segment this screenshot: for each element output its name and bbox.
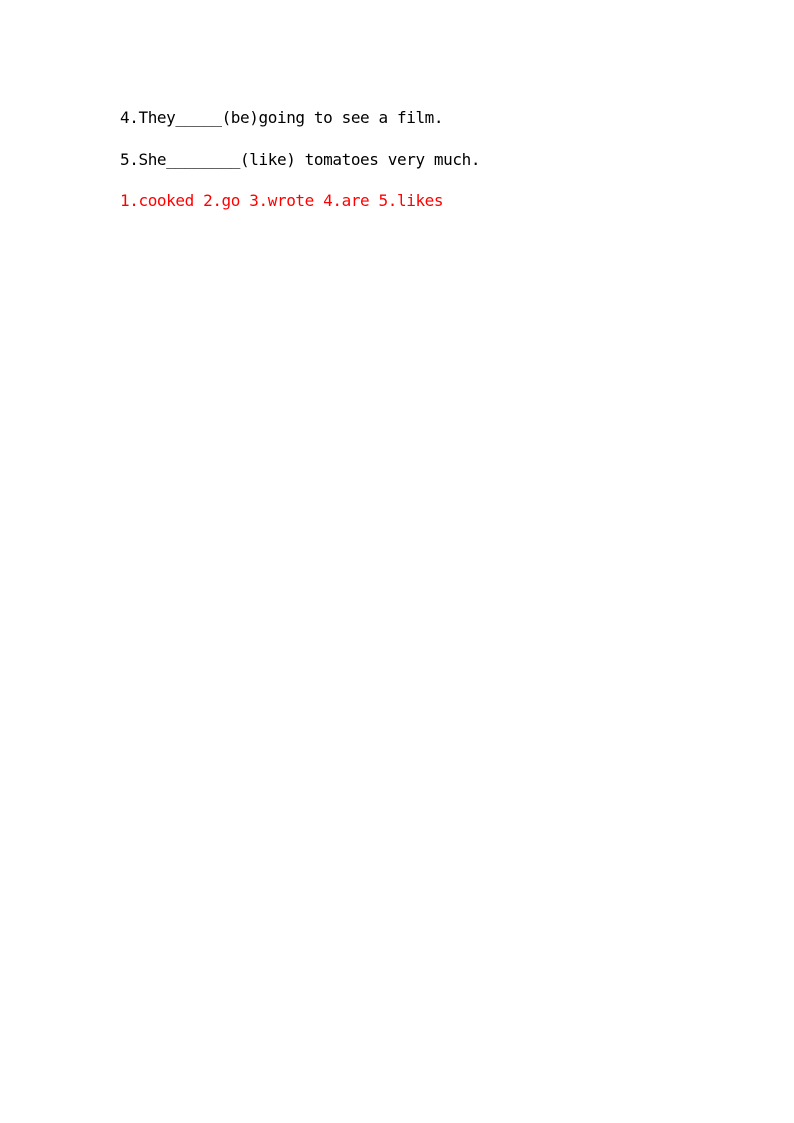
question-number: 4. <box>120 108 139 127</box>
question-4: 4.They_____(be)going to see a film. <box>120 108 444 128</box>
question-text: She________(like) tomatoes very much. <box>138 150 481 169</box>
answer-key: 1.cooked 2.go 3.wrote 4.are 5.likes <box>120 191 444 210</box>
question-number: 5. <box>120 150 139 169</box>
question-5: 5.She________(like) tomatoes very much. <box>120 150 480 170</box>
document-page: 4.They_____(be)going to see a film. 5.Sh… <box>0 0 794 1123</box>
question-text: They_____(be)going to see a film. <box>138 108 444 127</box>
